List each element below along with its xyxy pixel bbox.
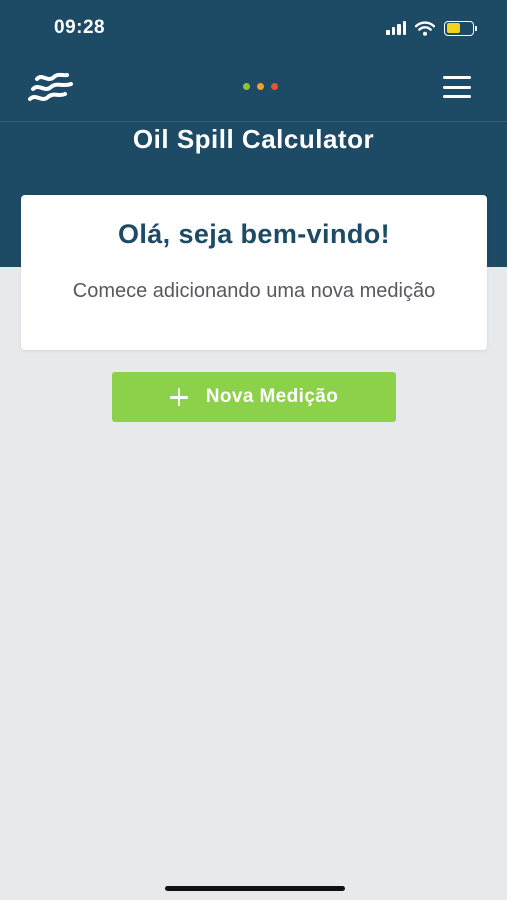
plus-icon [169, 388, 188, 406]
wave-logo-icon[interactable] [27, 72, 75, 106]
page-title: Oil Spill Calculator [132, 124, 375, 154]
status-icons [386, 19, 477, 37]
welcome-card: Olá, seja bem-vindo! Comece adicionando … [21, 195, 487, 350]
hamburger-menu-icon[interactable] [443, 76, 471, 98]
battery-level-fill [446, 23, 461, 33]
page-dot-3 [271, 83, 278, 90]
new-measurement-label: Nova Medição [205, 386, 339, 407]
status-time: 09:28 [54, 17, 106, 38]
welcome-title: Olá, seja bem-vindo! [117, 219, 391, 249]
welcome-subtitle: Comece adicionando uma nova medição [72, 280, 436, 302]
new-measurement-button[interactable]: Nova Medição [112, 372, 396, 422]
page-dot-2 [257, 83, 264, 90]
home-indicator[interactable] [165, 886, 345, 891]
battery-icon [444, 20, 477, 36]
page-dot-1 [243, 83, 250, 90]
page-indicator-dots [243, 83, 278, 90]
status-bar: 09:28 [0, 0, 507, 58]
cellular-signal-icon [386, 21, 406, 35]
wifi-icon [415, 20, 435, 36]
nav-bar [0, 58, 507, 122]
